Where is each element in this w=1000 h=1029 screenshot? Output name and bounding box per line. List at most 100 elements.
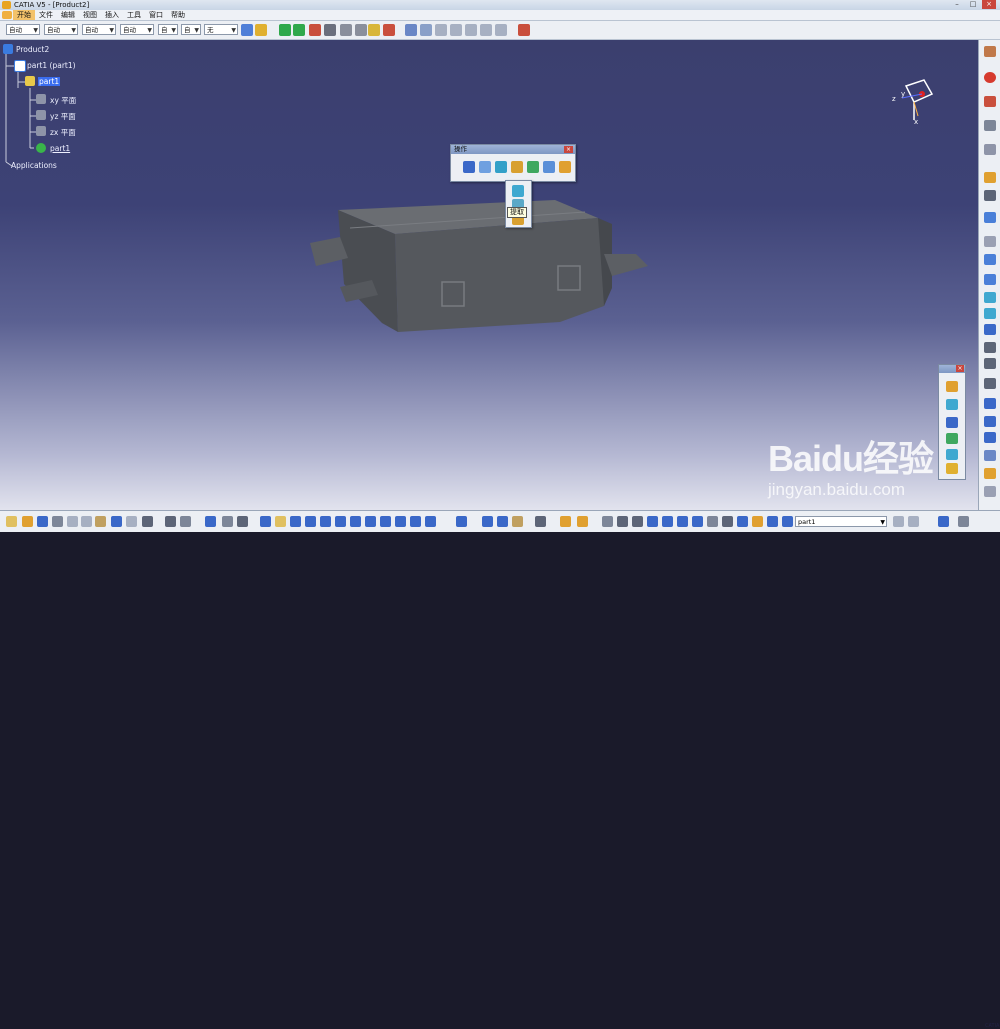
select-icon[interactable] bbox=[602, 516, 613, 527]
blend-icon[interactable] bbox=[984, 468, 996, 479]
spline-icon[interactable] bbox=[984, 274, 996, 285]
pan-icon[interactable] bbox=[290, 516, 301, 527]
plane-system-icon[interactable] bbox=[767, 516, 778, 527]
comment-icon[interactable] bbox=[180, 516, 191, 527]
help-icon[interactable] bbox=[142, 516, 153, 527]
law-icon[interactable] bbox=[946, 463, 958, 474]
layer-combo[interactable]: 自 ▼ bbox=[181, 24, 201, 35]
sphere-icon[interactable] bbox=[984, 324, 996, 335]
measure-between-icon[interactable] bbox=[340, 24, 352, 36]
operation-toolbar-caption[interactable]: 操作 × bbox=[451, 145, 575, 154]
fly-icon[interactable] bbox=[260, 516, 271, 527]
local-axis-icon[interactable] bbox=[752, 516, 763, 527]
section-icon[interactable] bbox=[495, 24, 507, 36]
dimension-icon[interactable] bbox=[692, 516, 703, 527]
reference-icon[interactable] bbox=[420, 24, 432, 36]
menu-edit[interactable]: 编辑 bbox=[57, 10, 79, 20]
ordered-set-icon[interactable] bbox=[577, 516, 588, 527]
surface-icon[interactable] bbox=[946, 381, 958, 392]
extrapolate-icon[interactable] bbox=[543, 161, 555, 173]
quick-view-icon[interactable] bbox=[365, 516, 376, 527]
render-combo[interactable]: 无 ▼ bbox=[204, 24, 238, 35]
tools-icon[interactable] bbox=[984, 120, 996, 131]
untrim-icon[interactable] bbox=[559, 161, 571, 173]
analysis-icon[interactable] bbox=[222, 516, 233, 527]
axis-icon[interactable] bbox=[482, 516, 493, 527]
point-icon[interactable] bbox=[984, 172, 996, 183]
formula-icon[interactable] bbox=[165, 516, 176, 527]
menu-file[interactable]: 文件 bbox=[35, 10, 57, 20]
extract-subtoolbar[interactable] bbox=[505, 180, 532, 228]
menu-insert[interactable]: 插入 bbox=[101, 10, 123, 20]
sweep-icon[interactable] bbox=[984, 416, 996, 427]
3d-viewport[interactable]: Product2 part1 (part1) part1 xy 平面 yz 平面… bbox=[0, 40, 978, 510]
redo-icon[interactable] bbox=[126, 516, 137, 527]
update-icon[interactable] bbox=[456, 516, 467, 527]
catalog-browser-icon[interactable] bbox=[632, 516, 643, 527]
measure-icon[interactable] bbox=[324, 24, 336, 36]
boundary-icon[interactable] bbox=[512, 185, 524, 197]
publication-icon[interactable] bbox=[450, 24, 462, 36]
minimize-button[interactable]: – bbox=[950, 0, 964, 9]
menu-start[interactable]: 开始 bbox=[13, 10, 35, 20]
line-icon[interactable] bbox=[984, 190, 996, 201]
selection-icon[interactable] bbox=[984, 144, 996, 155]
catalog-icon[interactable] bbox=[405, 24, 417, 36]
compass-icon[interactable]: z y x bbox=[888, 76, 938, 126]
app-menu-icon[interactable] bbox=[2, 11, 12, 19]
grid-options-icon[interactable] bbox=[908, 516, 919, 527]
corner-icon[interactable] bbox=[984, 358, 996, 369]
painter-icon[interactable] bbox=[241, 24, 253, 36]
extract-icon[interactable] bbox=[511, 161, 523, 173]
undo-icon[interactable] bbox=[111, 516, 122, 527]
close-button[interactable]: × bbox=[982, 0, 996, 9]
body-icon[interactable] bbox=[497, 516, 508, 527]
render-style-icon[interactable] bbox=[425, 516, 436, 527]
transform-icon[interactable] bbox=[527, 161, 539, 173]
floating-toolbar-caption[interactable]: × bbox=[939, 365, 965, 373]
paste-icon[interactable] bbox=[95, 516, 106, 527]
sketch-icon[interactable] bbox=[984, 96, 996, 107]
scan-icon[interactable] bbox=[782, 516, 793, 527]
insert-body-icon[interactable] bbox=[512, 516, 523, 527]
part-selector-combo[interactable]: part1 ▼ bbox=[795, 516, 887, 527]
grid-icon[interactable] bbox=[984, 450, 996, 461]
linetype-combo[interactable]: 自动 ▼ bbox=[82, 24, 116, 35]
sketcher-icon[interactable] bbox=[938, 516, 949, 527]
menu-help[interactable]: 帮助 bbox=[167, 10, 189, 20]
print-icon[interactable] bbox=[52, 516, 63, 527]
clash-icon[interactable] bbox=[480, 24, 492, 36]
maximize-button[interactable]: □ bbox=[966, 0, 980, 9]
multi-section-icon[interactable] bbox=[946, 417, 958, 428]
circle-icon[interactable] bbox=[984, 342, 996, 353]
settings-icon[interactable] bbox=[958, 516, 969, 527]
open-icon[interactable] bbox=[22, 516, 33, 527]
manipulate-icon[interactable] bbox=[293, 24, 305, 36]
lineweight-combo[interactable]: 自动 ▼ bbox=[120, 24, 154, 35]
annotate-icon[interactable] bbox=[383, 24, 395, 36]
transparency-combo[interactable]: 自动 ▼ bbox=[44, 24, 78, 35]
stop-icon[interactable] bbox=[984, 72, 996, 83]
new-icon[interactable] bbox=[6, 516, 17, 527]
move-icon[interactable] bbox=[279, 24, 291, 36]
normal-view-icon[interactable] bbox=[350, 516, 361, 527]
geometric-set-icon[interactable] bbox=[560, 516, 571, 527]
operation-toolbar-close[interactable]: × bbox=[564, 146, 573, 153]
measure-tool-icon[interactable] bbox=[707, 516, 718, 527]
revolve-icon[interactable] bbox=[984, 308, 996, 319]
hide-show-icon[interactable] bbox=[395, 516, 406, 527]
tool-palette-icon[interactable] bbox=[893, 516, 904, 527]
fillet-icon[interactable] bbox=[495, 161, 507, 173]
table-icon[interactable] bbox=[205, 516, 216, 527]
join-icon[interactable] bbox=[463, 161, 475, 173]
zoom-in-icon[interactable] bbox=[320, 516, 331, 527]
zoom-out-icon[interactable] bbox=[335, 516, 346, 527]
check-icon[interactable] bbox=[237, 516, 248, 527]
copy-icon[interactable] bbox=[81, 516, 92, 527]
scene-icon[interactable] bbox=[435, 24, 447, 36]
split-icon[interactable] bbox=[479, 161, 491, 173]
work-on-support-icon[interactable] bbox=[662, 516, 673, 527]
loft-icon[interactable] bbox=[946, 399, 958, 410]
power-copy-icon[interactable] bbox=[617, 516, 628, 527]
explode-icon[interactable] bbox=[465, 24, 477, 36]
